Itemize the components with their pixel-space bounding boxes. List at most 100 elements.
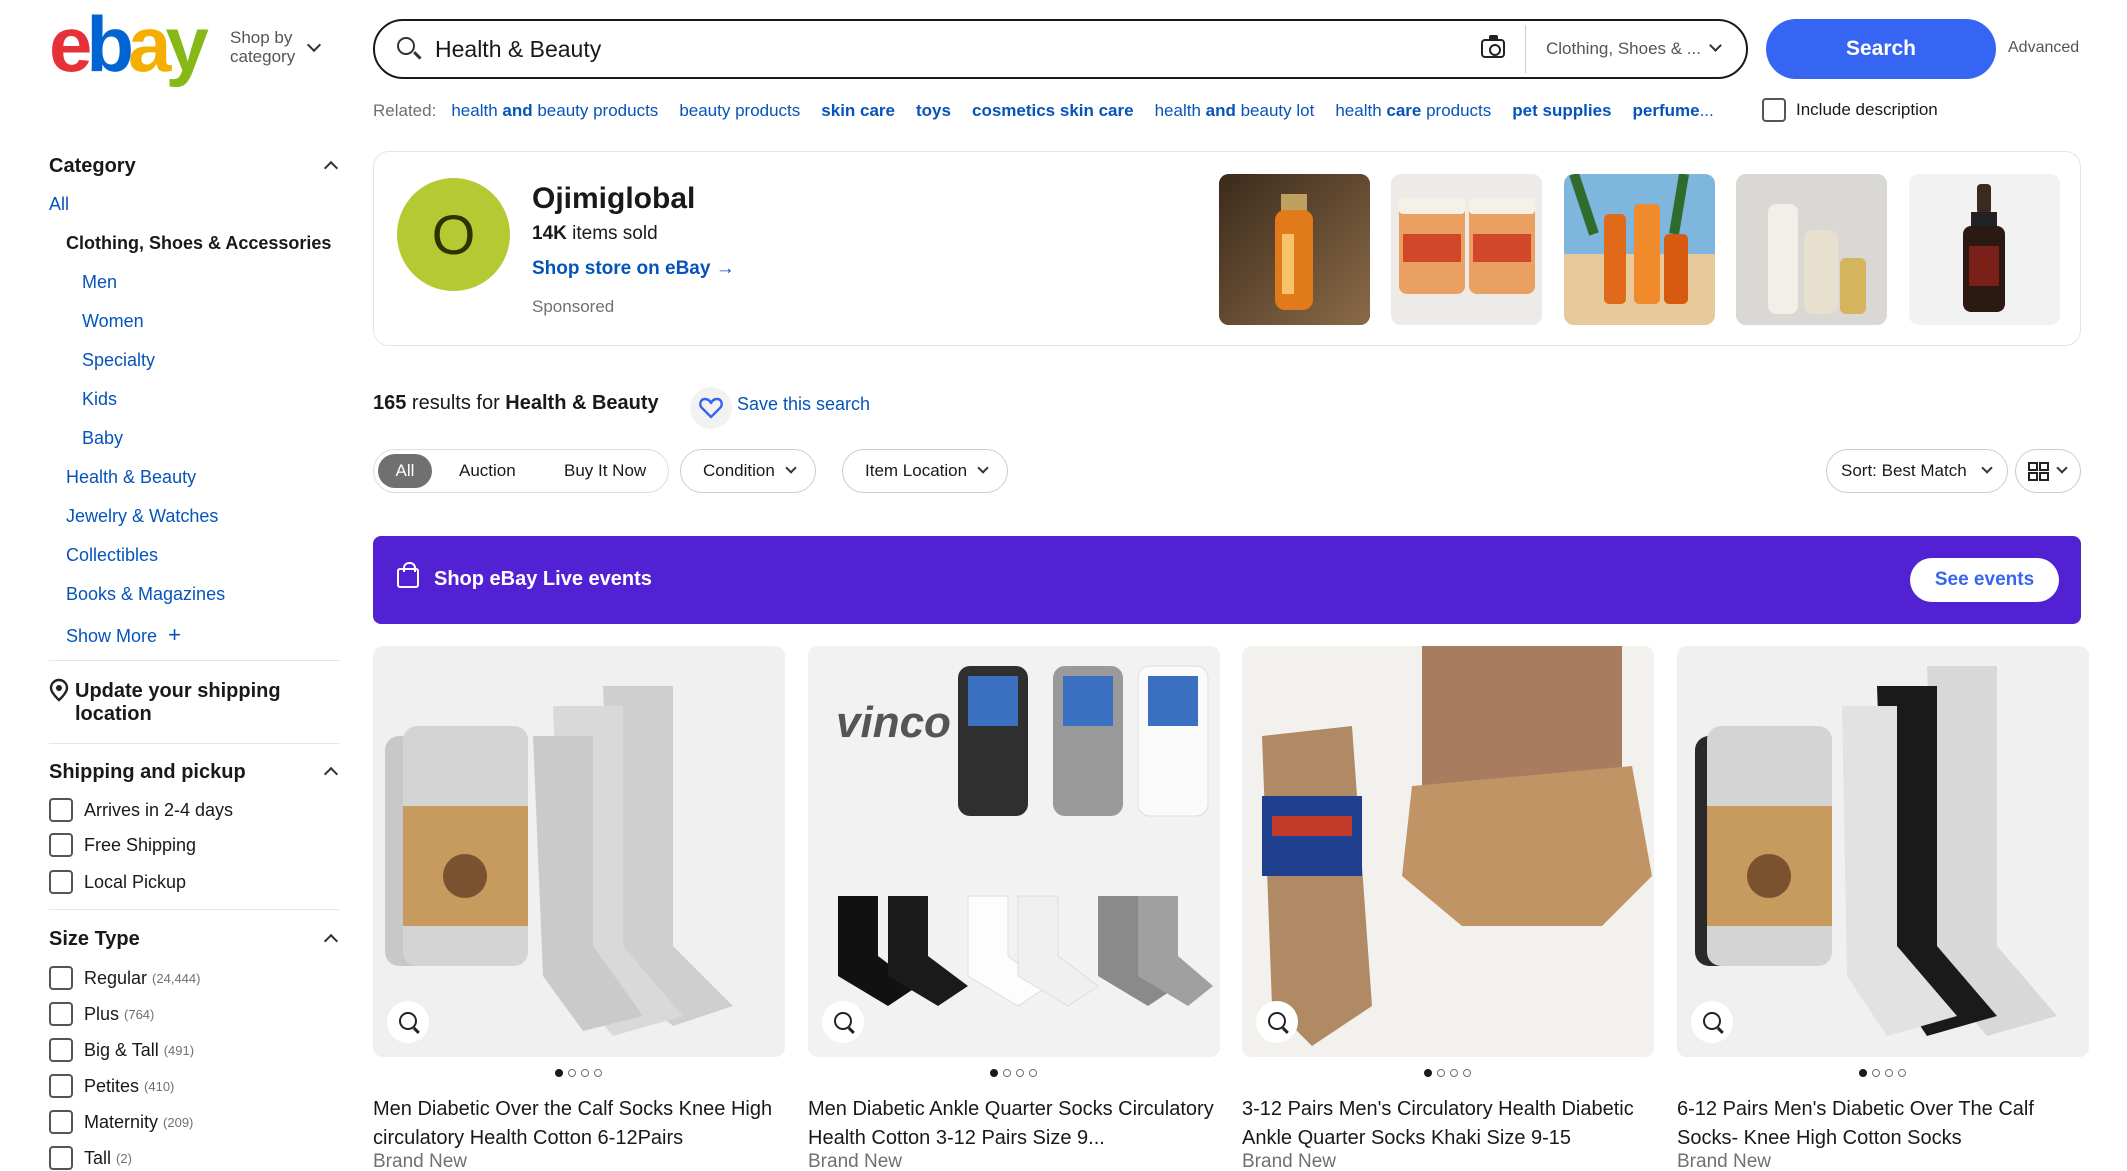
related-link[interactable]: cosmetics skin care bbox=[972, 101, 1134, 121]
sort-dropdown[interactable]: Sort: Best Match bbox=[1826, 449, 2008, 493]
sidebar-item-jewelry-watches[interactable]: Jewelry & Watches bbox=[66, 506, 218, 527]
checkbox[interactable] bbox=[49, 1002, 73, 1026]
update-shipping-location[interactable]: Update your shipping location bbox=[75, 680, 281, 726]
checkbox[interactable] bbox=[49, 1038, 73, 1062]
sidebar-item-health-beauty[interactable]: Health & Beauty bbox=[66, 467, 196, 488]
filter-size-big-tall[interactable]: Big & Tall (491) bbox=[49, 1038, 194, 1062]
sidebar-item-women[interactable]: Women bbox=[82, 311, 144, 332]
chevron-up-icon[interactable] bbox=[323, 160, 339, 176]
sidebar-item-baby[interactable]: Baby bbox=[82, 428, 123, 449]
filter-size-tall[interactable]: Tall (2) bbox=[49, 1146, 132, 1170]
checkbox[interactable] bbox=[49, 966, 73, 990]
filter-size-plus[interactable]: Plus (764) bbox=[49, 1002, 154, 1026]
related-link[interactable]: perfume... bbox=[1632, 101, 1713, 121]
related-link[interactable]: health and beauty products bbox=[451, 101, 658, 121]
include-description-checkbox[interactable] bbox=[1762, 98, 1786, 122]
related-label: Related: bbox=[373, 101, 437, 120]
checkbox[interactable] bbox=[49, 1110, 73, 1134]
search-bar: Clothing, Shoes & ... bbox=[373, 19, 1748, 79]
product-title[interactable]: 3-12 Pairs Men's Circulatory Health Diab… bbox=[1242, 1095, 1654, 1153]
sidebar-item-specialty[interactable]: Specialty bbox=[82, 350, 155, 371]
sponsored-store-card[interactable]: O Ojimiglobal 14K items sold Shop store … bbox=[373, 151, 2081, 346]
product-image[interactable] bbox=[1677, 646, 2089, 1057]
product-image[interactable] bbox=[373, 646, 785, 1057]
checkbox[interactable] bbox=[49, 1146, 73, 1170]
store-thumb-papaya-jars[interactable] bbox=[1391, 174, 1542, 325]
condition-dropdown[interactable]: Condition bbox=[680, 449, 816, 493]
store-thumb-dropper-bottle[interactable] bbox=[1909, 174, 2060, 325]
store-thumb-beach-bottles[interactable] bbox=[1564, 174, 1715, 325]
view-toggle-dropdown[interactable] bbox=[2015, 449, 2081, 493]
filter-auction-tab[interactable]: Auction bbox=[459, 450, 516, 492]
chevron-up-icon[interactable] bbox=[323, 933, 339, 949]
filter-local-pickup[interactable]: Local Pickup bbox=[49, 870, 186, 894]
related-link[interactable]: beauty products bbox=[679, 101, 800, 121]
related-link[interactable]: pet supplies bbox=[1512, 101, 1611, 121]
filter-size-petites[interactable]: Petites (410) bbox=[49, 1074, 174, 1098]
checkbox[interactable] bbox=[49, 833, 73, 857]
product-condition: Brand New bbox=[1677, 1151, 1771, 1171]
product-image[interactable] bbox=[1242, 646, 1654, 1057]
filter-size-maternity[interactable]: Maternity (209) bbox=[49, 1110, 193, 1134]
divider bbox=[49, 743, 339, 744]
image-search-icon[interactable] bbox=[822, 1001, 864, 1043]
filter-all-tab[interactable]: All bbox=[378, 454, 432, 488]
chevron-down-icon bbox=[1709, 39, 1722, 52]
store-thumb-orange-bottle[interactable] bbox=[1219, 174, 1370, 325]
store-avatar[interactable]: O bbox=[397, 178, 510, 291]
advanced-search-link[interactable]: Advanced bbox=[2008, 39, 2079, 57]
product-title[interactable]: Men Diabetic Ankle Quarter Socks Circula… bbox=[808, 1095, 1220, 1153]
store-thumb-white-bottles[interactable] bbox=[1736, 174, 1887, 325]
save-search-heart-button[interactable] bbox=[690, 387, 732, 429]
image-search-icon[interactable] bbox=[1256, 1001, 1298, 1043]
store-name[interactable]: Ojimiglobal bbox=[532, 182, 695, 216]
shop-store-link[interactable]: Shop store on eBay → bbox=[532, 258, 735, 280]
ebay-logo[interactable]: ebay bbox=[49, 5, 209, 83]
see-events-button[interactable]: See events bbox=[1910, 558, 2059, 602]
sidebar-item-collectibles[interactable]: Collectibles bbox=[66, 545, 158, 566]
category-heading[interactable]: Category bbox=[49, 155, 136, 178]
camera-icon[interactable] bbox=[1481, 35, 1505, 58]
checkbox[interactable] bbox=[49, 798, 73, 822]
filter-arrives-2-4-days[interactable]: Arrives in 2-4 days bbox=[49, 798, 233, 822]
shipping-heading[interactable]: Shipping and pickup bbox=[49, 761, 246, 784]
chevron-down-icon bbox=[2056, 462, 2068, 474]
size-type-heading[interactable]: Size Type bbox=[49, 928, 140, 951]
filter-size-regular[interactable]: Regular (24,444) bbox=[49, 966, 200, 990]
live-banner-text: Shop eBay Live events bbox=[434, 568, 652, 590]
image-search-icon[interactable] bbox=[387, 1001, 429, 1043]
item-location-dropdown[interactable]: Item Location bbox=[842, 449, 1009, 493]
search-button[interactable]: Search bbox=[1766, 19, 1996, 79]
image-carousel-dots[interactable] bbox=[990, 1069, 1037, 1077]
related-link[interactable]: skin care bbox=[821, 101, 895, 121]
category-all-link[interactable]: All bbox=[49, 194, 69, 215]
product-condition: Brand New bbox=[1242, 1151, 1336, 1171]
sidebar-item-kids[interactable]: Kids bbox=[82, 389, 117, 410]
filter-buy-it-now-tab[interactable]: Buy It Now bbox=[564, 450, 646, 492]
filter-free-shipping[interactable]: Free Shipping bbox=[49, 833, 196, 857]
save-this-search-link[interactable]: Save this search bbox=[737, 394, 870, 415]
sidebar-item-men[interactable]: Men bbox=[82, 272, 117, 293]
related-link[interactable]: health care products bbox=[1335, 101, 1491, 121]
show-more-link[interactable]: Show More + bbox=[66, 622, 181, 648]
chevron-up-icon[interactable] bbox=[323, 766, 339, 782]
ebay-live-banner[interactable]: Shop eBay Live events See events bbox=[373, 536, 2081, 624]
checkbox[interactable] bbox=[49, 870, 73, 894]
include-description-option[interactable]: Include description bbox=[1762, 98, 1938, 122]
sidebar-item-books-magazines[interactable]: Books & Magazines bbox=[66, 584, 225, 605]
arrow-right-icon: → bbox=[710, 258, 735, 279]
related-link[interactable]: toys bbox=[916, 101, 951, 121]
product-title[interactable]: Men Diabetic Over the Calf Socks Knee Hi… bbox=[373, 1095, 785, 1153]
image-carousel-dots[interactable] bbox=[1424, 1069, 1471, 1077]
checkbox[interactable] bbox=[49, 1074, 73, 1098]
shop-by-category-button[interactable]: Shop by category bbox=[230, 28, 295, 66]
related-link[interactable]: health and beauty lot bbox=[1155, 101, 1315, 121]
include-description-label: Include description bbox=[1796, 100, 1938, 119]
image-carousel-dots[interactable] bbox=[555, 1069, 602, 1077]
image-search-icon[interactable] bbox=[1691, 1001, 1733, 1043]
product-title[interactable]: 6-12 Pairs Men's Diabetic Over The Calf … bbox=[1677, 1095, 2089, 1153]
search-input[interactable] bbox=[435, 33, 1425, 65]
image-carousel-dots[interactable] bbox=[1859, 1069, 1906, 1077]
product-image[interactable]: vinco bbox=[808, 646, 1220, 1057]
category-select[interactable]: Clothing, Shoes & ... bbox=[1525, 25, 1740, 73]
